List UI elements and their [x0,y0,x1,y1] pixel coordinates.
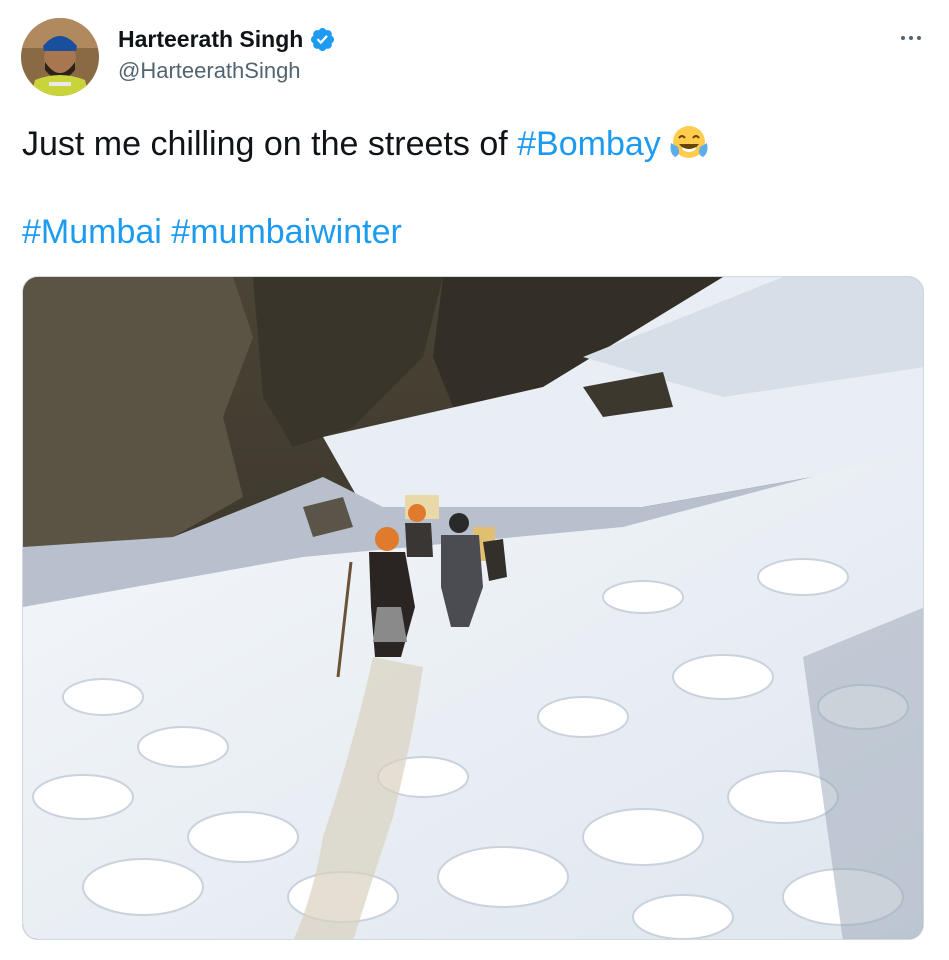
tweet-media-photo[interactable] [22,276,924,940]
tweet-text-prefix: Just me chilling on the streets of [22,125,518,163]
hashtag-link-mumbaiwinter[interactable]: #mumbaiwinter [171,213,402,251]
hashtag-link-mumbai[interactable]: #Mumbai [22,213,162,251]
more-options-icon [901,36,905,40]
verified-badge-icon [311,27,335,51]
avatar[interactable] [21,18,99,96]
tweet-text-line-2: #Mumbai #mumbaiwinter [22,210,922,254]
profile-photo-icon [21,18,99,96]
author-display-name[interactable]: Harteerath Singh [118,24,303,54]
tweet-text-line-1: Just me chilling on the streets of #Bomb… [22,122,922,166]
snowy-mountain-trek-photo-icon [23,277,923,939]
tweet-text: Just me chilling on the streets of #Bomb… [22,122,922,254]
author-handle[interactable]: @HarteerathSingh [118,57,301,85]
more-options-button[interactable] [895,22,927,54]
tweet-card: Harteerath Singh @HarteerathSingh Just m… [0,0,949,960]
face-with-tears-of-joy-icon [670,126,708,158]
hashtag-link-bombay[interactable]: #Bombay [517,125,661,163]
author-name-row: Harteerath Singh [118,24,336,54]
